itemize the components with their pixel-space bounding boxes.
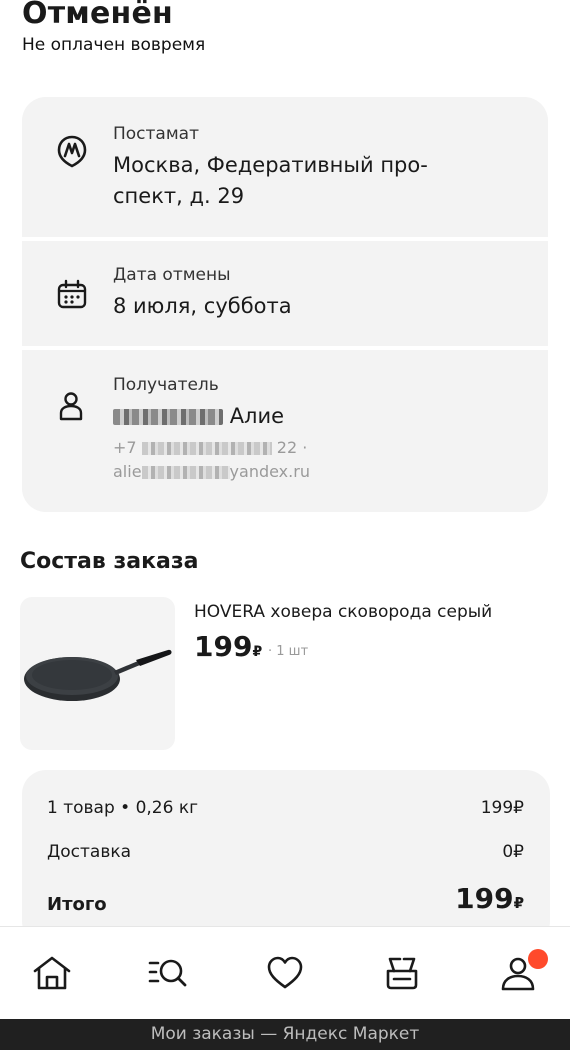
home-icon[interactable]	[30, 951, 74, 995]
calendar-icon	[57, 279, 87, 309]
person-icon	[59, 392, 83, 421]
summary-total-label: Итого	[47, 894, 107, 915]
summary-items-label: 1 товар • 0,26 кг	[47, 798, 199, 818]
pickup-address-line2: спект, д. 29	[113, 184, 245, 208]
total-amount: 199	[455, 882, 514, 915]
order-status-header: Отменён Не оплачен вовремя	[22, 0, 205, 56]
redacted-phone	[141, 442, 272, 455]
pickup-address-line1: Москва, Федеративный про-	[113, 153, 428, 177]
order-summary-card: 1 товар • 0,26 кг 199₽ Доставка 0₽ Итого…	[22, 770, 550, 945]
phone-prefix: +7	[113, 438, 137, 457]
pickup-point-label: Постамат	[113, 124, 199, 144]
summary-delivery-label: Доставка	[47, 842, 132, 862]
recipient-row[interactable]: Получатель Алие +7 22 · alie yandex.ru	[22, 350, 548, 512]
product-image[interactable]	[20, 597, 175, 750]
recipient-name: Алие	[113, 401, 513, 432]
product-quantity: · 1 шт	[268, 644, 309, 659]
order-status-reason: Не оплачен вовремя	[22, 35, 206, 55]
recipient-label: Получатель	[113, 375, 219, 395]
cart-icon[interactable]	[380, 951, 424, 995]
redacted-surname	[113, 409, 223, 425]
product-price-currency: ₽	[252, 644, 263, 660]
product-price: 199₽	[194, 630, 262, 663]
cancel-date-row: Дата отмены 8 июля, суббота	[22, 241, 548, 346]
browser-page-title: Мои заказы — Яндекс Маркет	[0, 1019, 570, 1050]
cancel-date-value: 8 июля, суббота	[113, 294, 292, 318]
catalog-search-icon[interactable]	[146, 951, 190, 995]
recipient-email: alie yandex.ru	[113, 462, 310, 481]
market-logo-icon	[57, 135, 87, 168]
order-status-title: Отменён	[22, 0, 173, 31]
order-info-card: Постамат Москва, Федеративный про- спект…	[22, 97, 548, 512]
favorites-heart-icon[interactable]	[263, 951, 307, 995]
total-currency: ₽	[513, 894, 524, 912]
summary-items-value: 199₽	[480, 798, 524, 818]
pickup-point-row[interactable]: Постамат Москва, Федеративный про- спект…	[22, 97, 548, 237]
recipient-phone: +7 22 ·	[113, 438, 307, 457]
bottom-tab-bar	[0, 926, 570, 1019]
email-prefix: alie	[113, 462, 142, 481]
profile-notification-badge	[528, 949, 548, 969]
frying-pan-image	[24, 649, 172, 701]
order-items-title: Состав заказа	[20, 549, 199, 574]
summary-delivery-value: 0₽	[502, 842, 524, 862]
cancel-date-label: Дата отмены	[113, 265, 231, 285]
recipient-first-name: Алие	[229, 404, 285, 428]
phone-suffix: 22 ·	[276, 438, 308, 457]
email-suffix: yandex.ru	[229, 462, 310, 481]
product-price-value: 199	[194, 630, 253, 663]
redacted-email	[141, 466, 230, 479]
summary-total-value: 199₽	[455, 882, 524, 915]
product-name[interactable]: HOVERA ховера сковорода серый	[194, 602, 492, 622]
